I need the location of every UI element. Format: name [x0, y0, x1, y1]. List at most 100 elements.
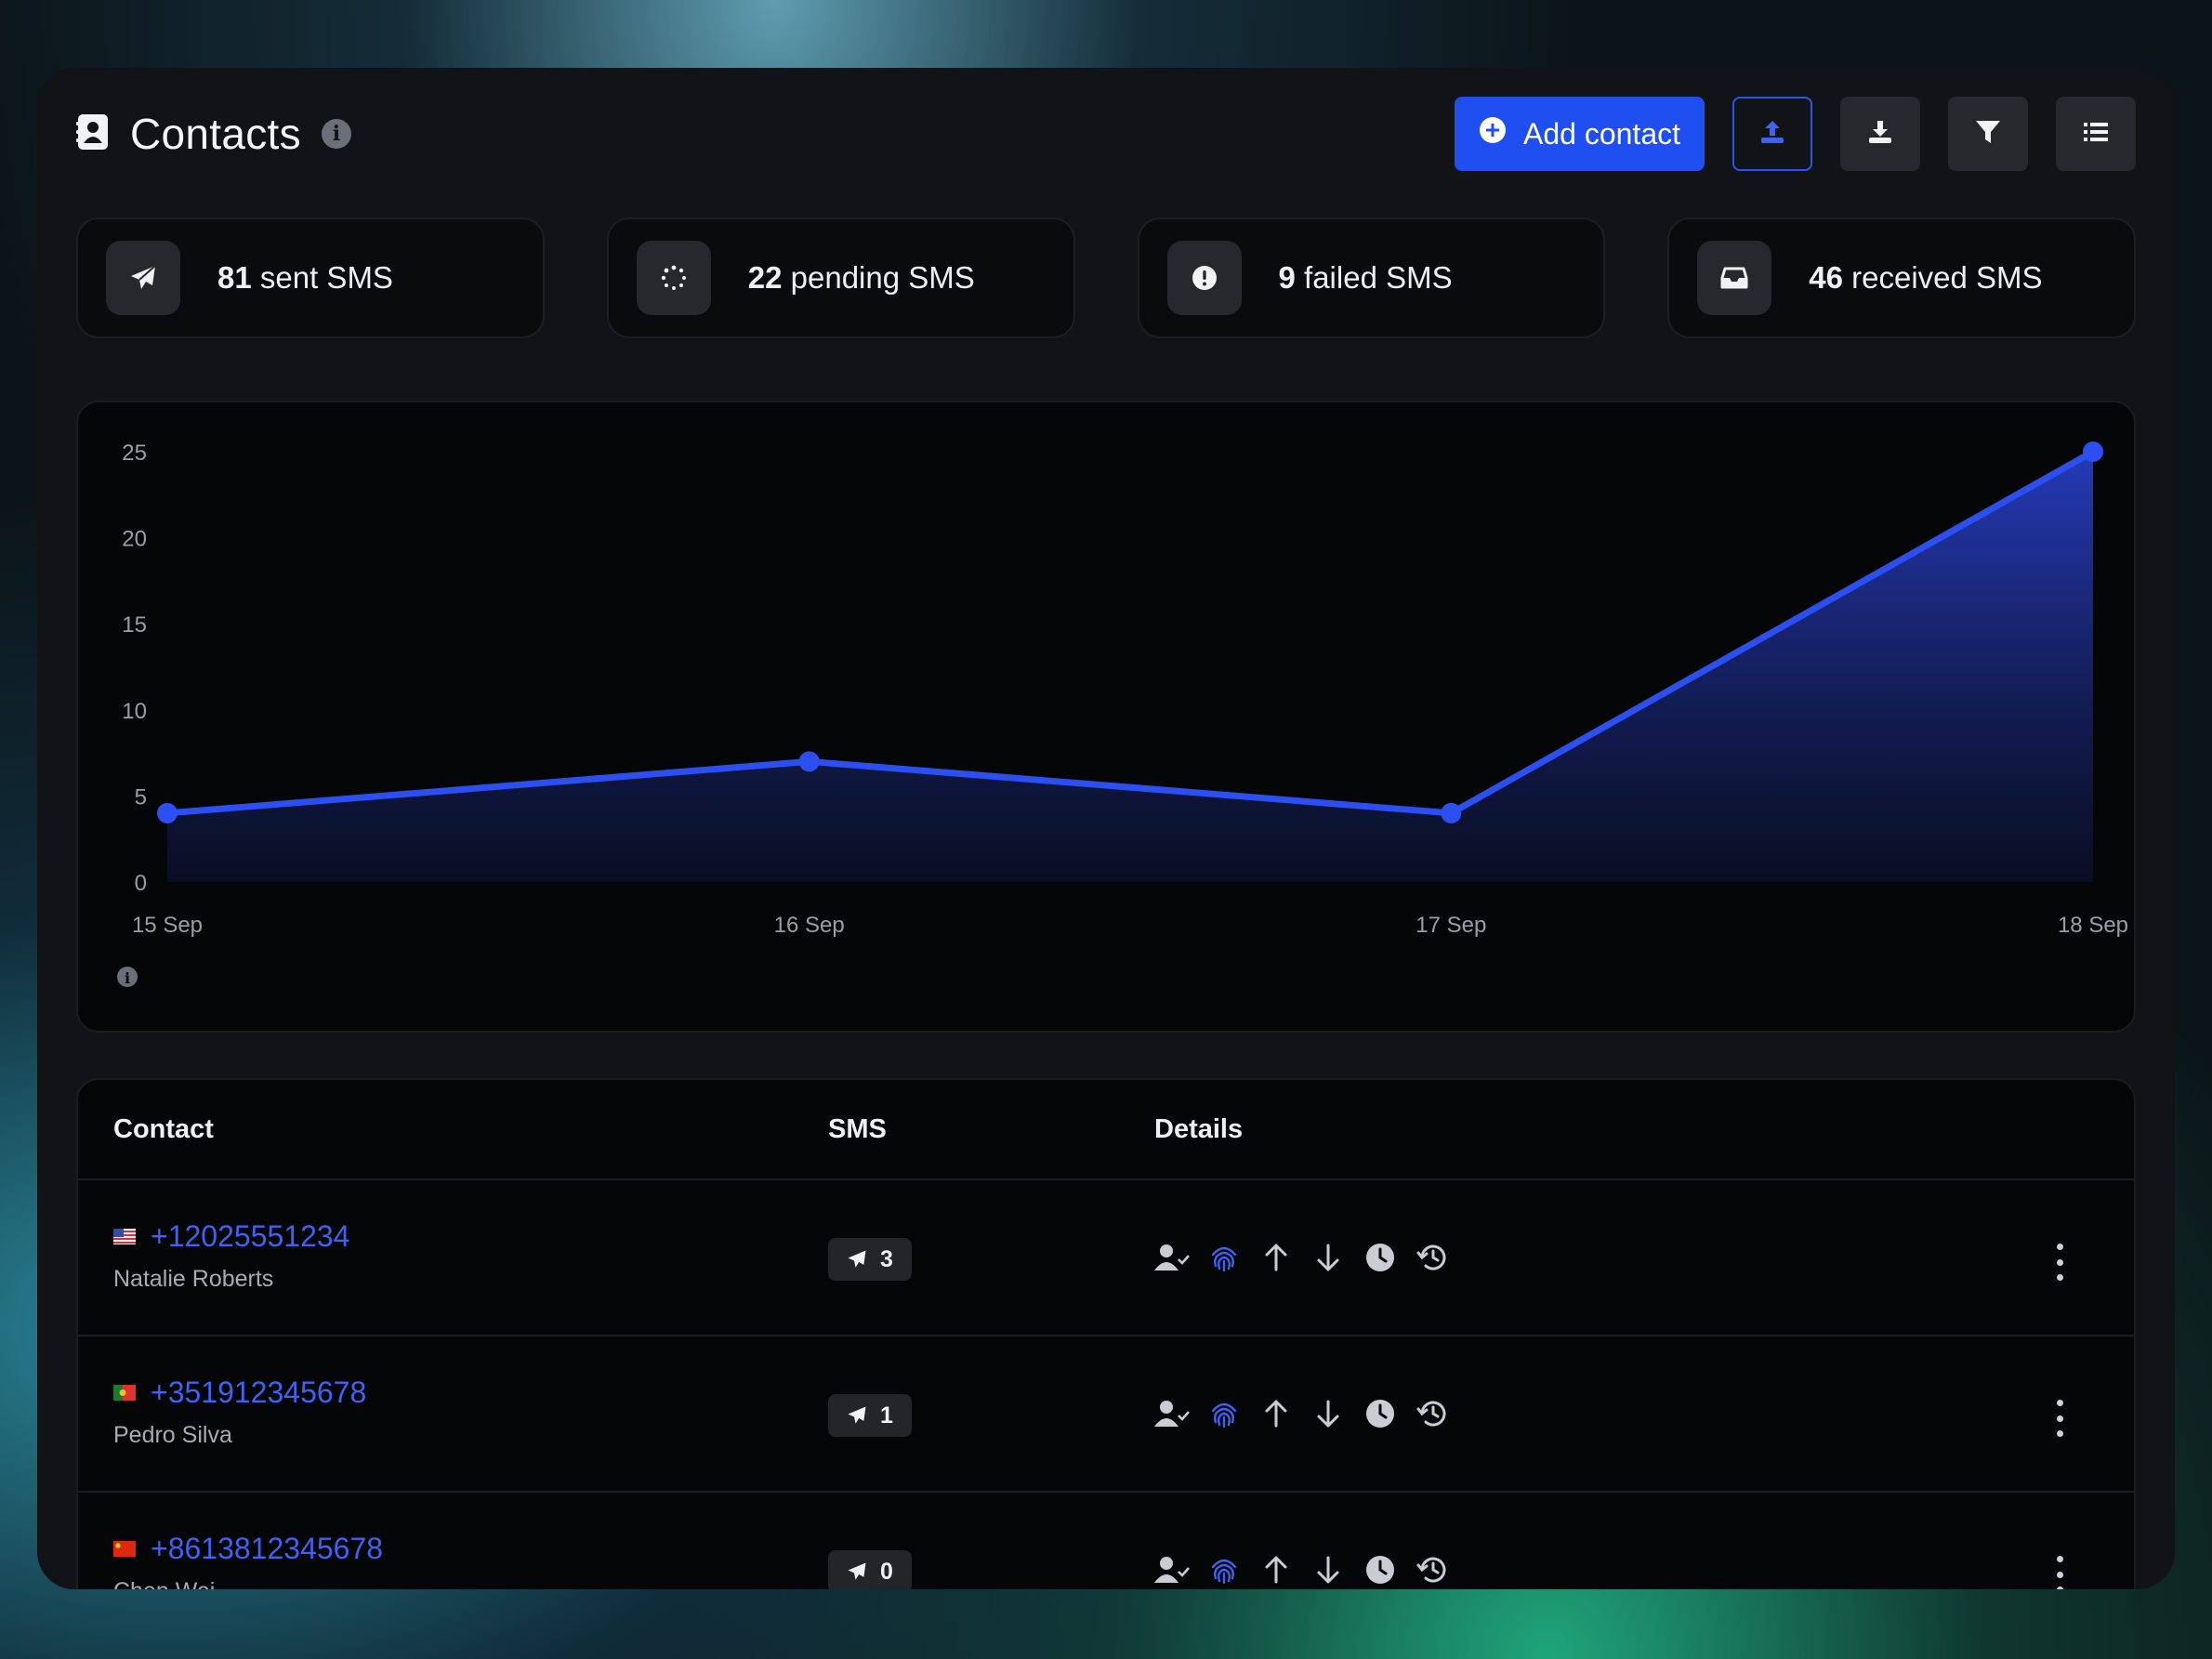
- sms-count: 1: [880, 1402, 893, 1429]
- arrow-up-icon[interactable]: [1258, 1552, 1294, 1587]
- stat-value: 46: [1809, 260, 1843, 295]
- contact-book-icon: [76, 113, 110, 155]
- header-sms[interactable]: SMS: [828, 1114, 887, 1145]
- stat-label: failed SMS: [1304, 260, 1453, 295]
- download-icon: [1866, 118, 1894, 151]
- arrow-down-icon[interactable]: [1310, 1552, 1346, 1587]
- download-button[interactable]: [1840, 97, 1920, 171]
- clock-icon[interactable]: [1363, 1240, 1398, 1275]
- upload-icon: [1758, 118, 1786, 151]
- sms-count: 3: [880, 1245, 893, 1272]
- row-menu-button[interactable]: [2050, 1244, 2069, 1281]
- x-tick-label: 15 Sep: [132, 913, 203, 938]
- contacts-window: Contacts i Add contact 81 sent SMS 22 pe…: [37, 68, 2175, 1589]
- page-header: Contacts i Add contact: [76, 97, 2136, 171]
- contacts-table: Contact SMS Details +12025551234 Natalie…: [76, 1078, 2136, 1589]
- y-tick-label: 0: [135, 871, 147, 896]
- table-row[interactable]: +351912345678 Pedro Silva 1: [78, 1336, 2134, 1493]
- stat-label: received SMS: [1851, 260, 2043, 295]
- clock-icon[interactable]: [1363, 1552, 1398, 1587]
- list-view-button[interactable]: [2056, 97, 2136, 171]
- row-menu-button[interactable]: [2050, 1556, 2069, 1589]
- sms-count-badge[interactable]: 1: [828, 1394, 912, 1437]
- stats-row: 81 sent SMS 22 pending SMS 9 failed SMS …: [76, 217, 2136, 338]
- row-menu-button[interactable]: [2050, 1400, 2069, 1437]
- y-tick-label: 25: [122, 441, 147, 466]
- detail-icons: [1154, 1396, 1450, 1431]
- data-point[interactable]: [1441, 802, 1462, 823]
- stat-sent-sms[interactable]: 81 sent SMS: [76, 217, 545, 338]
- user-check-icon[interactable]: [1154, 1396, 1190, 1431]
- table-header: Contact SMS Details: [78, 1080, 2134, 1180]
- stat-label: sent SMS: [259, 260, 393, 295]
- stat-value: 22: [747, 260, 783, 295]
- arrow-up-icon[interactable]: [1258, 1240, 1294, 1275]
- contact-name: Chen Wei: [113, 1578, 215, 1589]
- alert-circle-icon: [1166, 241, 1242, 315]
- arrow-down-icon[interactable]: [1310, 1396, 1346, 1431]
- paper-plane-icon: [848, 1250, 866, 1268]
- paper-plane-icon: [106, 241, 180, 315]
- detail-icons: [1154, 1552, 1450, 1587]
- y-tick-label: 5: [135, 784, 147, 810]
- stat-value: 81: [217, 260, 252, 295]
- list-icon: [2082, 118, 2110, 151]
- header-contact[interactable]: Contact: [113, 1114, 214, 1145]
- y-tick-label: 20: [122, 527, 147, 552]
- chart-area: [167, 452, 2093, 882]
- contact-phone-link[interactable]: +8613812345678: [151, 1532, 383, 1566]
- stat-pending-sms[interactable]: 22 pending SMS: [606, 217, 1075, 338]
- chart-plot: 0 5 10 15 20 25 15 Sep 16 Sep 17 Sep 18 Sep i: [117, 441, 2128, 987]
- upload-button[interactable]: [1732, 97, 1812, 171]
- history-icon[interactable]: [1415, 1240, 1450, 1275]
- sms-count-badge[interactable]: 3: [828, 1238, 912, 1281]
- inbox-icon: [1697, 241, 1772, 315]
- data-point[interactable]: [157, 802, 178, 823]
- sms-count: 0: [880, 1558, 893, 1585]
- stat-label: pending SMS: [790, 260, 975, 295]
- fingerprint-icon[interactable]: [1206, 1240, 1242, 1275]
- filter-button[interactable]: [1948, 97, 2028, 171]
- fingerprint-icon[interactable]: [1206, 1552, 1242, 1587]
- info-icon[interactable]: i: [321, 119, 351, 149]
- sms-count-badge[interactable]: 0: [828, 1550, 912, 1589]
- fingerprint-icon[interactable]: [1206, 1396, 1242, 1431]
- paper-plane-icon: [848, 1562, 866, 1580]
- sms-chart: 0 5 10 15 20 25 15 Sep 16 Sep 17 Sep 18 Sep i: [76, 401, 2136, 1033]
- spinner-icon: [636, 241, 711, 315]
- pt-flag-icon: [113, 1385, 136, 1401]
- arrow-down-icon[interactable]: [1310, 1240, 1346, 1275]
- table-row[interactable]: +8613812345678 Chen Wei 0: [78, 1493, 2134, 1589]
- contact-name: Natalie Roberts: [113, 1266, 274, 1292]
- header-details[interactable]: Details: [1154, 1114, 1243, 1145]
- history-icon[interactable]: [1415, 1396, 1450, 1431]
- page-title: Contacts: [130, 110, 301, 158]
- chart-info-label: i: [125, 969, 130, 987]
- contact-phone-link[interactable]: +351912345678: [151, 1376, 366, 1410]
- x-tick-label: 16 Sep: [774, 913, 845, 938]
- user-check-icon[interactable]: [1154, 1552, 1190, 1587]
- chart-info-icon[interactable]: i: [117, 967, 138, 987]
- paper-plane-icon: [848, 1406, 866, 1424]
- filter-icon: [1974, 118, 2002, 151]
- add-contact-label: Add contact: [1523, 116, 1680, 151]
- user-check-icon[interactable]: [1154, 1240, 1190, 1275]
- contact-phone-link[interactable]: +12025551234: [151, 1219, 349, 1254]
- y-tick-label: 15: [122, 612, 147, 638]
- history-icon[interactable]: [1415, 1552, 1450, 1587]
- stat-received-sms[interactable]: 46 received SMS: [1667, 217, 2136, 338]
- table-row[interactable]: +12025551234 Natalie Roberts 3: [78, 1180, 2134, 1336]
- data-point[interactable]: [2083, 441, 2103, 462]
- add-contact-button[interactable]: Add contact: [1455, 97, 1705, 171]
- stat-value: 9: [1278, 260, 1296, 295]
- contact-name: Pedro Silva: [113, 1422, 232, 1448]
- arrow-up-icon[interactable]: [1258, 1396, 1294, 1431]
- clock-icon[interactable]: [1363, 1396, 1398, 1431]
- detail-icons: [1154, 1240, 1450, 1275]
- stat-failed-sms[interactable]: 9 failed SMS: [1137, 217, 1606, 338]
- cn-flag-icon: [113, 1541, 136, 1557]
- x-tick-label: 18 Sep: [2058, 913, 2128, 938]
- data-point[interactable]: [798, 751, 820, 772]
- x-tick-label: 17 Sep: [1415, 913, 1486, 938]
- y-tick-label: 10: [122, 699, 147, 724]
